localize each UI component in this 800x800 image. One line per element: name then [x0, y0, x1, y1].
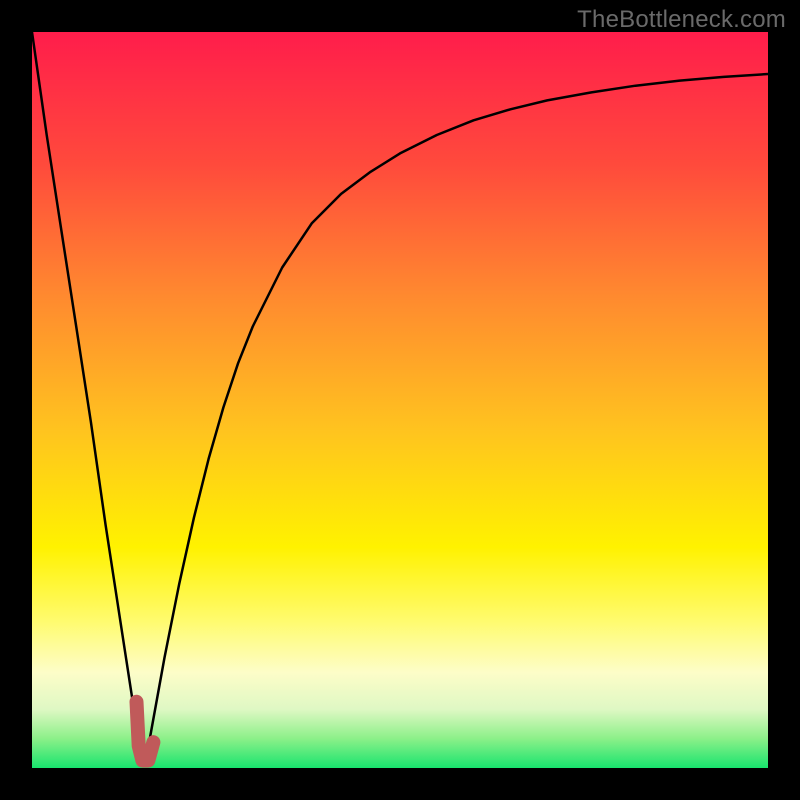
bottleneck-curve-line	[32, 32, 768, 761]
watermark-text: TheBottleneck.com	[577, 6, 786, 34]
plot-area	[32, 32, 768, 768]
chart-svg	[32, 32, 768, 768]
chart-frame: TheBottleneck.com	[0, 0, 800, 800]
